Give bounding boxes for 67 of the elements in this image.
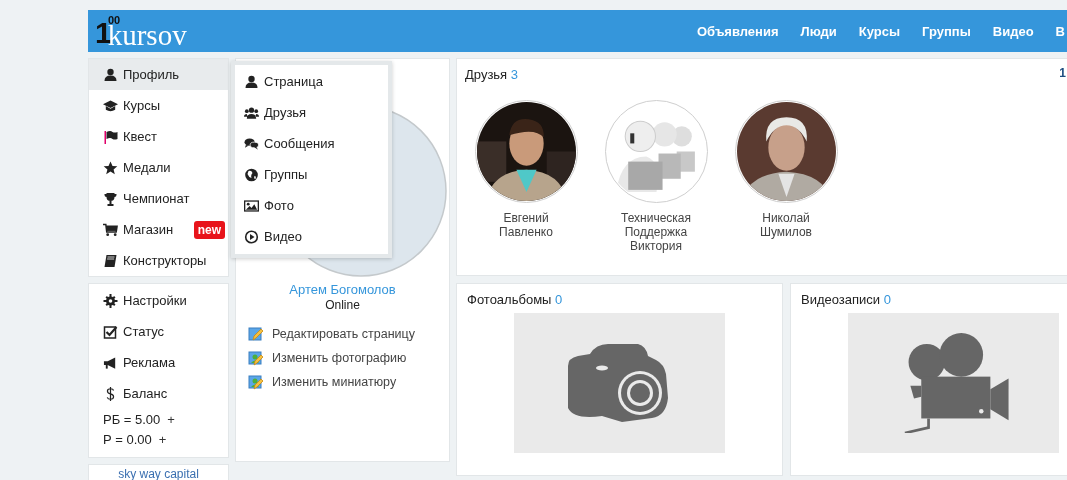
- menu-label: Курсы: [123, 98, 160, 113]
- menu-item[interactable]: Магазин new: [89, 214, 228, 245]
- megaphone-icon: [103, 355, 118, 370]
- balance-value: Р = 0.00: [103, 431, 152, 447]
- menu-label: Чемпионат: [123, 191, 190, 206]
- new-badge: new: [193, 220, 225, 239]
- menu-item[interactable]: Медали: [89, 152, 228, 183]
- menu-label: Медали: [123, 160, 171, 175]
- menu-label: Баланс: [123, 386, 168, 401]
- submenu-item[interactable]: Друзья: [235, 97, 388, 128]
- profile-action-link[interactable]: Редактировать страницу: [248, 326, 415, 342]
- menu-item[interactable]: Квест: [89, 121, 228, 152]
- panel-title: Друзья: [465, 67, 508, 82]
- menu-item[interactable]: Профиль: [89, 59, 228, 90]
- menu-item[interactable]: Баланс: [89, 378, 228, 409]
- friend-name[interactable]: Техническая Поддержка Виктория: [605, 211, 707, 253]
- menu-item[interactable]: Курсы: [89, 90, 228, 121]
- menu-label: Магазин: [123, 222, 174, 237]
- menu-label: Конструкторы: [123, 253, 207, 268]
- play-icon: [244, 229, 259, 244]
- add-link[interactable]: +: [158, 431, 167, 447]
- menu-item[interactable]: Конструкторы: [89, 245, 228, 276]
- menu-label: Квест: [123, 129, 158, 144]
- menu-label: Профиль: [123, 67, 180, 82]
- star-icon: [103, 160, 118, 175]
- submenu-item[interactable]: Сообщения: [235, 128, 388, 159]
- checkbox-icon: [103, 324, 118, 339]
- comments-icon: [244, 136, 259, 151]
- menu-label: Настройки: [123, 293, 187, 308]
- menu-label: Статус: [123, 324, 165, 339]
- count: 0: [555, 292, 563, 307]
- menu-item[interactable]: Настройки: [89, 285, 228, 316]
- trophy-icon: [103, 191, 118, 206]
- book-icon: [103, 253, 118, 268]
- cart-icon: [103, 222, 118, 237]
- submenu-item[interactable]: Фото: [235, 190, 388, 221]
- page-number: 1: [1059, 66, 1066, 80]
- submenu-item[interactable]: Группы: [235, 159, 388, 190]
- menu-item[interactable]: Статус: [89, 316, 228, 347]
- submenu-item[interactable]: Страница: [235, 66, 388, 97]
- friend-name[interactable]: Николай Шумилов: [735, 211, 837, 239]
- menu-item[interactable]: Реклама: [89, 347, 228, 378]
- globe-icon: [244, 167, 259, 182]
- settings-icon: [103, 293, 118, 308]
- graduation-cap-icon: [103, 98, 118, 113]
- edit-icon: [248, 326, 264, 342]
- photo-edit-icon: [248, 374, 264, 390]
- photo-edit-icon: [248, 350, 264, 366]
- flag-icon: [103, 129, 118, 144]
- users-icon: [244, 105, 259, 120]
- submenu-item[interactable]: Видео: [235, 221, 388, 252]
- panel-title: Видеозаписи: [801, 292, 881, 307]
- count: 3: [510, 67, 519, 82]
- partner-link[interactable]: sky way capital: [118, 467, 199, 480]
- add-link[interactable]: +: [167, 411, 175, 427]
- profile-action-link[interactable]: Изменить миниатюру: [248, 374, 415, 390]
- friend-name[interactable]: Евгений Павленко: [475, 211, 577, 239]
- profile-action-link[interactable]: Изменить фотографию: [248, 350, 415, 366]
- user-icon: [103, 67, 118, 82]
- image-icon: [244, 198, 259, 213]
- menu-item[interactable]: Чемпионат: [89, 183, 228, 214]
- count: 0: [883, 292, 891, 307]
- user-icon: [244, 74, 259, 89]
- online-status: Online: [325, 298, 360, 312]
- balance-value: РБ = 5.00: [103, 411, 161, 427]
- panel-title: Фотоальбомы: [467, 292, 552, 307]
- menu-label: Реклама: [123, 355, 176, 370]
